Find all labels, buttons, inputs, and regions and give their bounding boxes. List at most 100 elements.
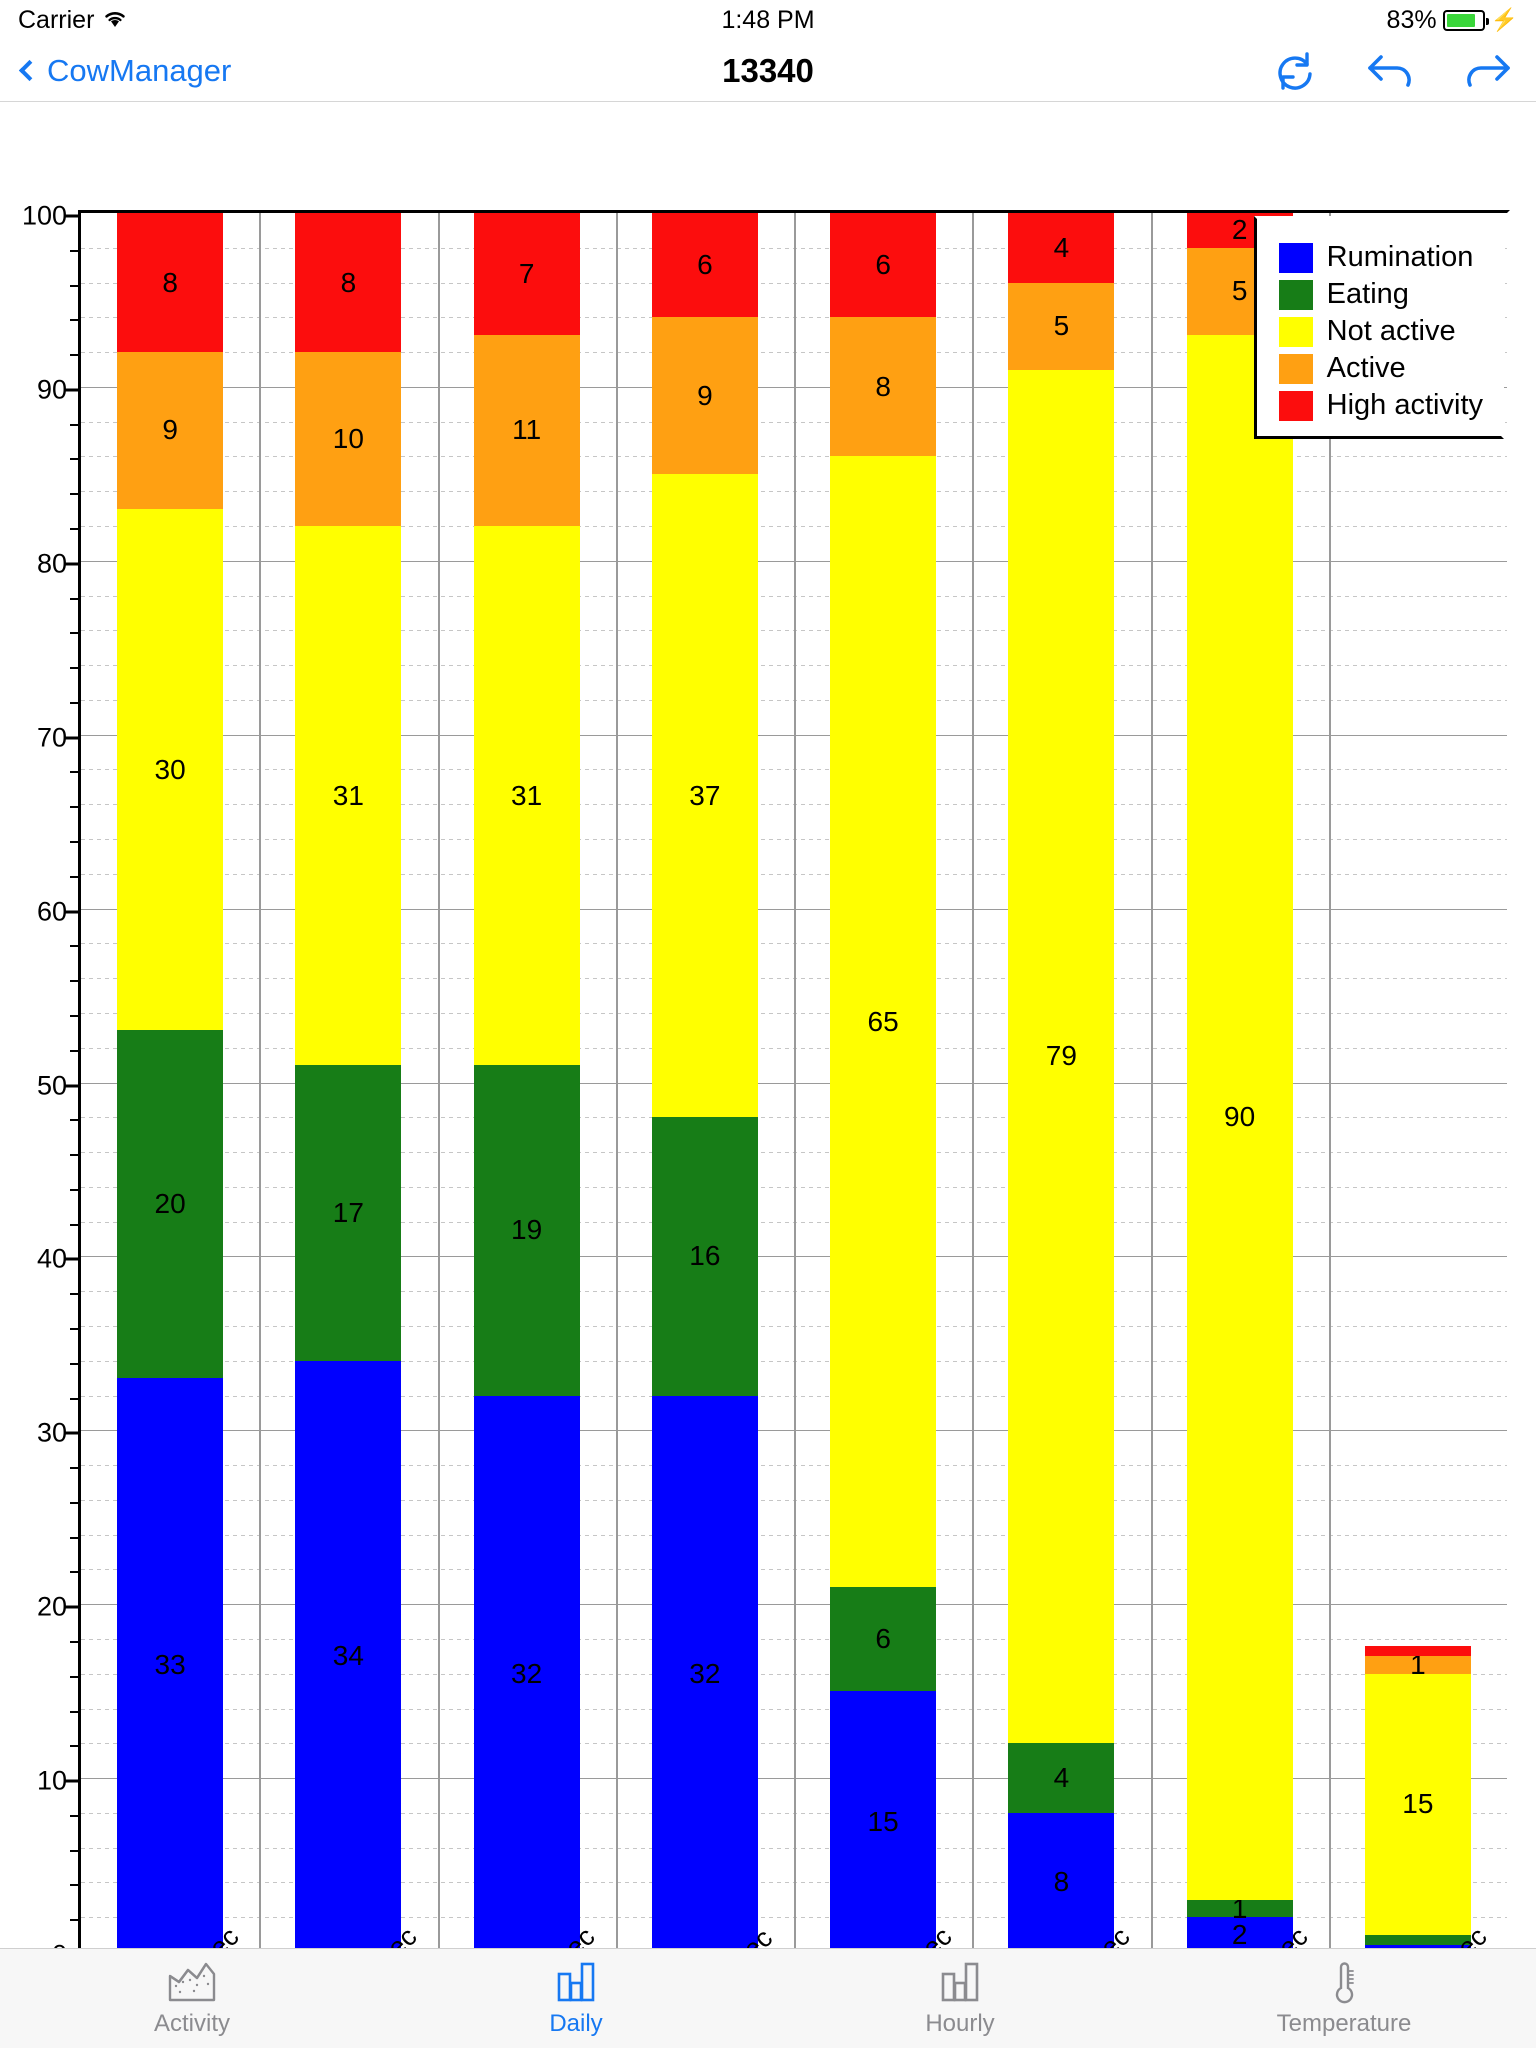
chart-bar-segment[interactable]: 37 (651, 473, 758, 1118)
tab-label: Hourly (925, 2009, 995, 2037)
y-axis-tick-minor (70, 1675, 81, 1678)
y-axis-label: 10 (36, 1765, 67, 1796)
chart-bar-value-label: 8 (162, 266, 178, 298)
chart-bar-segment[interactable] (1364, 1645, 1471, 1657)
chart-bar-segment[interactable]: 10 (295, 352, 402, 527)
status-bar-time: 1:48 PM (721, 5, 815, 34)
chart-bar-segment[interactable]: 6 (830, 213, 937, 318)
chart-bar-segment[interactable]: 16 (651, 1117, 758, 1396)
tab-daily[interactable]: Daily (384, 1960, 768, 2038)
chart-bar-value-label: 20 (154, 1188, 186, 1220)
y-axis-tick-minor (70, 1188, 81, 1191)
chart-bar-segment[interactable]: 8 (830, 317, 937, 457)
arrow-forward-icon[interactable] (1462, 48, 1514, 94)
chart-bar-segment[interactable]: 8 (117, 213, 224, 353)
y-axis-label: 90 (36, 374, 67, 405)
chart-bar-segment[interactable]: 4 (1008, 1743, 1115, 1813)
y-axis-tick-minor (70, 1745, 81, 1748)
chart-bar-segment[interactable]: 34 (295, 1360, 402, 1952)
y-axis-tick-minor (70, 632, 81, 635)
chart-bar-segment[interactable]: 7 (473, 213, 580, 335)
chart-bar-value-label: 8 (340, 266, 357, 298)
chart-bar-value-label: 9 (162, 414, 178, 446)
y-axis-tick-minor (70, 667, 81, 670)
gridline-vertical (437, 213, 440, 1952)
gridline-vertical (1150, 213, 1153, 1952)
gridline-vertical (259, 213, 262, 1952)
chart-bar-segment[interactable]: 5 (1008, 282, 1115, 370)
refresh-icon[interactable] (1272, 48, 1318, 94)
chart-bar-segment[interactable]: 1 (1364, 1651, 1471, 1679)
chart-bar-segment[interactable]: 15 (830, 1691, 937, 1952)
chart-bar-segment[interactable]: 6 (651, 213, 758, 318)
y-axis-tick-major (65, 562, 81, 566)
tab-hourly[interactable]: Hourly (768, 1960, 1152, 2038)
chart-bar-segment[interactable]: 32 (473, 1395, 580, 1952)
y-axis-tick-minor (70, 875, 81, 878)
chart-bar-value-label: 90 (1224, 1101, 1256, 1133)
chart-bar-segment[interactable]: 9 (651, 317, 758, 474)
chart-bar-segment[interactable]: 33 (117, 1378, 224, 1952)
chart-bar-segment[interactable]: 15 (1364, 1673, 1471, 1935)
chart-bar-value-label: 6 (697, 249, 713, 281)
legend-item: Active (1278, 352, 1483, 385)
y-axis-tick-minor (70, 1571, 81, 1574)
y-axis-tick-minor (70, 1049, 81, 1052)
chart-bar-segment[interactable]: 32 (651, 1395, 758, 1952)
y-axis-tick-major (65, 1257, 81, 1261)
activity-chart-icon (166, 1960, 218, 2004)
arrow-back-icon[interactable] (1364, 48, 1416, 94)
chart-legend: Rumination Eating Not active Active High act… (1253, 216, 1504, 439)
chart-bar-segment[interactable]: 30 (117, 508, 224, 1031)
tab-temperature[interactable]: Temperature (1152, 1960, 1536, 2038)
chart-bar-value-label: 11 (512, 414, 542, 446)
bottom-tab-bar: Activity Daily Hourly Temperature (0, 1948, 1536, 2048)
y-axis-tick-minor (70, 458, 81, 461)
chart-bar-segment[interactable]: 19 (473, 1065, 580, 1396)
chart-bar-segment[interactable]: 8 (1008, 1812, 1115, 1952)
chart-bar-segment[interactable]: 9 (117, 352, 224, 509)
legend-label: Active (1326, 352, 1406, 384)
legend-label: Not active (1326, 315, 1456, 347)
chart-bar-value-label: 31 (332, 779, 364, 811)
back-button[interactable]: CowManager (18, 52, 232, 89)
battery-icon (1442, 9, 1489, 31)
chart-bar-segment[interactable]: 31 (295, 526, 402, 1066)
chart-bar-segment[interactable]: 4 (1008, 213, 1115, 283)
back-button-label: CowManager (47, 52, 232, 88)
y-axis-tick-major (65, 1431, 81, 1435)
y-axis-label: 100 (21, 200, 67, 231)
chart-bar-segment[interactable]: 65 (830, 456, 937, 1587)
legend-swatch (1278, 242, 1313, 273)
chart-bar-segment[interactable]: 90 (1186, 334, 1293, 1900)
chart-bar-segment[interactable]: 11 (473, 334, 580, 527)
chart-bar-value-label: 15 (1402, 1788, 1434, 1820)
y-axis-tick-minor (70, 1397, 81, 1400)
legend-label: Eating (1326, 278, 1409, 310)
chart-bar-segment[interactable]: 8 (295, 213, 402, 353)
chart-bar-segment[interactable]: 1 (1186, 1894, 1293, 1922)
y-axis-tick-minor (70, 980, 81, 983)
legend-swatch (1278, 390, 1313, 421)
chart-bar-value-label: 17 (332, 1196, 364, 1228)
tab-activity[interactable]: Activity (0, 1960, 384, 2038)
y-axis-tick-minor (70, 806, 81, 809)
y-axis-tick-major (65, 736, 81, 740)
chart-bar-value-label: 37 (689, 779, 721, 811)
chart-bar-value-label: 65 (867, 1005, 899, 1037)
chart-bar-segment[interactable]: 6 (830, 1586, 937, 1692)
y-axis-tick-minor (70, 249, 81, 252)
chart-bar-segment[interactable]: 20 (117, 1030, 224, 1379)
navigation-actions (1272, 48, 1514, 94)
chart-bar-value-label: 5 (1231, 275, 1248, 307)
y-axis-tick-minor (70, 319, 81, 322)
chart-bar-segment[interactable]: 31 (473, 526, 580, 1066)
tab-label: Daily (549, 2009, 603, 2037)
chart-bar-value-label: 6 (875, 249, 891, 281)
legend-item: Not active (1278, 315, 1483, 348)
chart-bar-value-label: 31 (511, 779, 543, 811)
navigation-bar: CowManager 13340 (0, 40, 1536, 102)
chart-bar-segment[interactable]: 17 (295, 1065, 402, 1361)
chart-bar-value-label: 5 (1053, 310, 1070, 342)
chart-bar-segment[interactable]: 79 (1008, 369, 1115, 1744)
